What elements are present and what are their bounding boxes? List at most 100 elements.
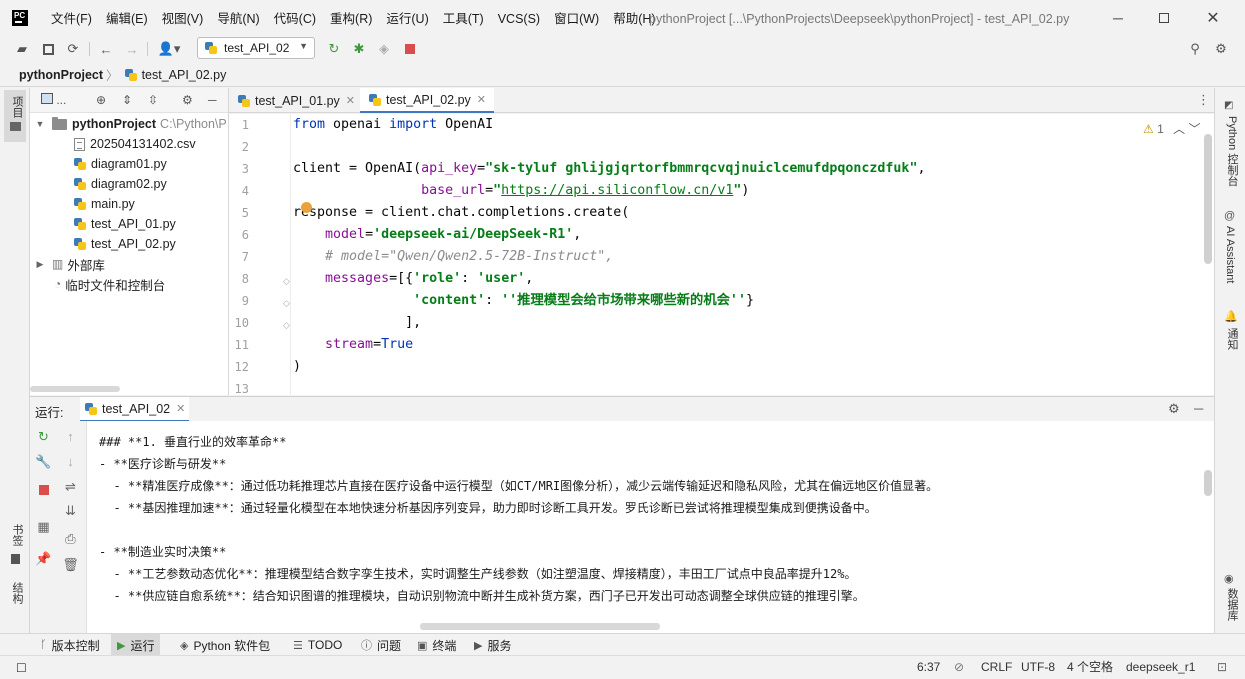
- run-console-output[interactable]: ### **1. 垂直行业的效率革命** - **医疗诊断与研发** - **精…: [87, 421, 1214, 633]
- pin-icon[interactable]: 📌: [30, 551, 57, 567]
- warning-indicator[interactable]: ⚠ 1 ︿ ﹀: [1143, 120, 1201, 137]
- gear-icon[interactable]: ⚙: [1168, 401, 1180, 417]
- locate-icon[interactable]: ⊕: [96, 93, 106, 107]
- stop-icon[interactable]: [30, 483, 57, 498]
- editor-vscroll[interactable]: [1204, 134, 1212, 264]
- close-tab-icon[interactable]: ✕: [176, 402, 185, 415]
- wrench-icon[interactable]: 🔧: [30, 454, 57, 470]
- project-panel: ... ⊕ ⇕ ⇳ ⚙ ─ ▼ pythonProject C:\Python\…: [30, 88, 229, 395]
- intention-bulb-icon[interactable]: [301, 202, 312, 213]
- fold-icon[interactable]: ◇: [283, 276, 290, 287]
- tree-external-libs[interactable]: ▶ ▥ 外部库: [34, 254, 105, 274]
- project-hscroll[interactable]: [30, 386, 120, 392]
- sync-button[interactable]: ⟳: [63, 39, 83, 59]
- tab-test-api-01[interactable]: test_API_01.py ✕: [229, 88, 359, 113]
- more-tabs-icon[interactable]: ⋮: [1197, 92, 1210, 108]
- menu-run[interactable]: 运行(U): [379, 0, 435, 36]
- save-all-button[interactable]: [38, 39, 58, 59]
- search-everywhere-button[interactable]: ⚲: [1185, 39, 1205, 59]
- expand-all-icon[interactable]: ⇕: [122, 93, 132, 107]
- lock-icon[interactable]: ⊡: [1217, 656, 1227, 678]
- tree-root-project[interactable]: ▼ pythonProject C:\Python\P: [34, 114, 227, 134]
- minimize-button[interactable]: ─: [1095, 0, 1141, 36]
- fold-icon[interactable]: ◇: [283, 298, 290, 309]
- scroll-to-end-icon[interactable]: ⇊: [57, 503, 84, 519]
- hide-panel-icon[interactable]: ─: [208, 93, 217, 107]
- menu-view[interactable]: 视图(V): [155, 0, 211, 36]
- rerun-button[interactable]: ↻: [324, 39, 344, 59]
- hide-panel-icon[interactable]: ─: [1194, 401, 1203, 416]
- tree-scratches[interactable]: ◔ 临时文件和控制台: [54, 274, 165, 294]
- code-editor[interactable]: from openai import OpenAI client = OpenA…: [291, 114, 1214, 395]
- back-button[interactable]: ←: [96, 39, 116, 59]
- vcs-user-button[interactable]: 👤▾: [154, 39, 184, 59]
- tree-file-test-api-02[interactable]: test_API_02.py: [73, 234, 176, 254]
- maximize-button[interactable]: [1141, 0, 1187, 36]
- arrow-up-icon[interactable]: ↑: [57, 429, 84, 444]
- menu-code[interactable]: 代码(C): [267, 0, 323, 36]
- debug-button[interactable]: ✱: [349, 39, 369, 59]
- menu-navigate[interactable]: 导航(N): [210, 0, 266, 36]
- print-icon[interactable]: ⎙: [57, 531, 84, 547]
- database-tool-button[interactable]: ◉ 数据库: [1219, 572, 1241, 628]
- ai-assistant-tool-button[interactable]: @ AI Assistant: [1219, 210, 1241, 300]
- soft-wrap-icon[interactable]: ⇌: [57, 479, 84, 495]
- tool-services[interactable]: ▶ 服务: [468, 634, 517, 656]
- tree-file-csv[interactable]: 202504131402.csv: [74, 134, 196, 154]
- close-tab-icon[interactable]: ✕: [477, 93, 486, 106]
- window-square-icon[interactable]: ☐: [16, 657, 27, 679]
- arrow-down-icon[interactable]: ↓: [57, 454, 84, 469]
- rerun-icon[interactable]: ↻: [30, 429, 57, 445]
- breadcrumb-file[interactable]: test_API_02.py: [142, 68, 227, 82]
- run-toolbar-primary: ↻ 🔧 ▦ 📌: [30, 421, 57, 633]
- python-interpreter[interactable]: deepseek_r1: [1126, 656, 1195, 678]
- window-title: pythonProject [...\PythonProjects\Deepse…: [649, 12, 1070, 26]
- breadcrumb-project[interactable]: pythonProject: [19, 68, 103, 82]
- code-line-8: messages=[{'role': 'user',: [325, 271, 534, 286]
- tool-todo[interactable]: ☰ TODO: [287, 634, 348, 656]
- readonly-toggle-icon[interactable]: ⊘: [954, 656, 964, 678]
- tab-test-api-02[interactable]: test_API_02.py ✕: [360, 88, 494, 113]
- settings-button[interactable]: ⚙: [1211, 39, 1231, 59]
- tree-file-main[interactable]: main.py: [73, 194, 135, 214]
- coverage-button[interactable]: ◈: [374, 39, 394, 59]
- menu-tools[interactable]: 工具(T): [436, 0, 491, 36]
- bookmarks-tool-button[interactable]: 书签: [4, 520, 26, 570]
- menu-window[interactable]: 窗口(W): [547, 0, 606, 36]
- run-tab-test-api-02[interactable]: test_API_02 ✕: [80, 397, 190, 422]
- line-separator[interactable]: CRLF: [981, 656, 1012, 678]
- fold-icon[interactable]: ◇: [283, 320, 290, 331]
- tree-file-test-api-01[interactable]: test_API_01.py: [73, 214, 176, 234]
- tool-problems[interactable]: ⓘ 问题: [355, 634, 407, 656]
- notifications-tool-button[interactable]: 🔔 通知: [1219, 310, 1241, 360]
- python-console-tool-button[interactable]: ◩ Python 控制台: [1219, 98, 1241, 198]
- console-hscroll[interactable]: [420, 623, 660, 630]
- tree-file-diagram01[interactable]: diagram01.py: [73, 154, 167, 174]
- stop-button[interactable]: [400, 39, 420, 59]
- menu-file[interactable]: 文件(F): [44, 0, 99, 36]
- caret-position[interactable]: 6:37: [917, 656, 940, 678]
- open-button[interactable]: ▰: [12, 39, 32, 59]
- close-window-button[interactable]: ✕: [1190, 0, 1236, 36]
- trash-icon[interactable]: 🗑: [57, 557, 84, 573]
- tool-terminal[interactable]: ▣ 终端: [411, 634, 462, 656]
- structure-tool-button[interactable]: 结构: [4, 578, 26, 628]
- console-vscroll[interactable]: [1204, 470, 1212, 496]
- close-tab-icon[interactable]: ✕: [346, 94, 355, 107]
- gear-icon[interactable]: ⚙: [182, 93, 193, 107]
- layout-icon[interactable]: ▦: [30, 519, 57, 535]
- forward-button[interactable]: →: [122, 39, 142, 59]
- menu-refactor[interactable]: 重构(R): [323, 0, 379, 36]
- menu-vcs[interactable]: VCS(S): [491, 0, 547, 36]
- run-config-select[interactable]: test_API_02 ▼: [197, 37, 315, 59]
- tree-file-diagram02[interactable]: diagram02.py: [73, 174, 167, 194]
- collapse-all-icon[interactable]: ⇳: [148, 93, 158, 107]
- tool-python-packages[interactable]: ◈ Python 软件包: [174, 634, 276, 656]
- tool-version-control[interactable]: ᚴ 版本控制: [34, 634, 106, 656]
- indent-setting[interactable]: 4 个空格: [1067, 656, 1113, 678]
- project-tool-button[interactable]: 项目: [4, 90, 26, 142]
- project-view-icon[interactable]: ...: [41, 93, 66, 107]
- tool-run[interactable]: ▶ 运行: [111, 634, 161, 656]
- file-encoding[interactable]: UTF-8: [1021, 656, 1055, 678]
- menu-edit[interactable]: 编辑(E): [99, 0, 155, 36]
